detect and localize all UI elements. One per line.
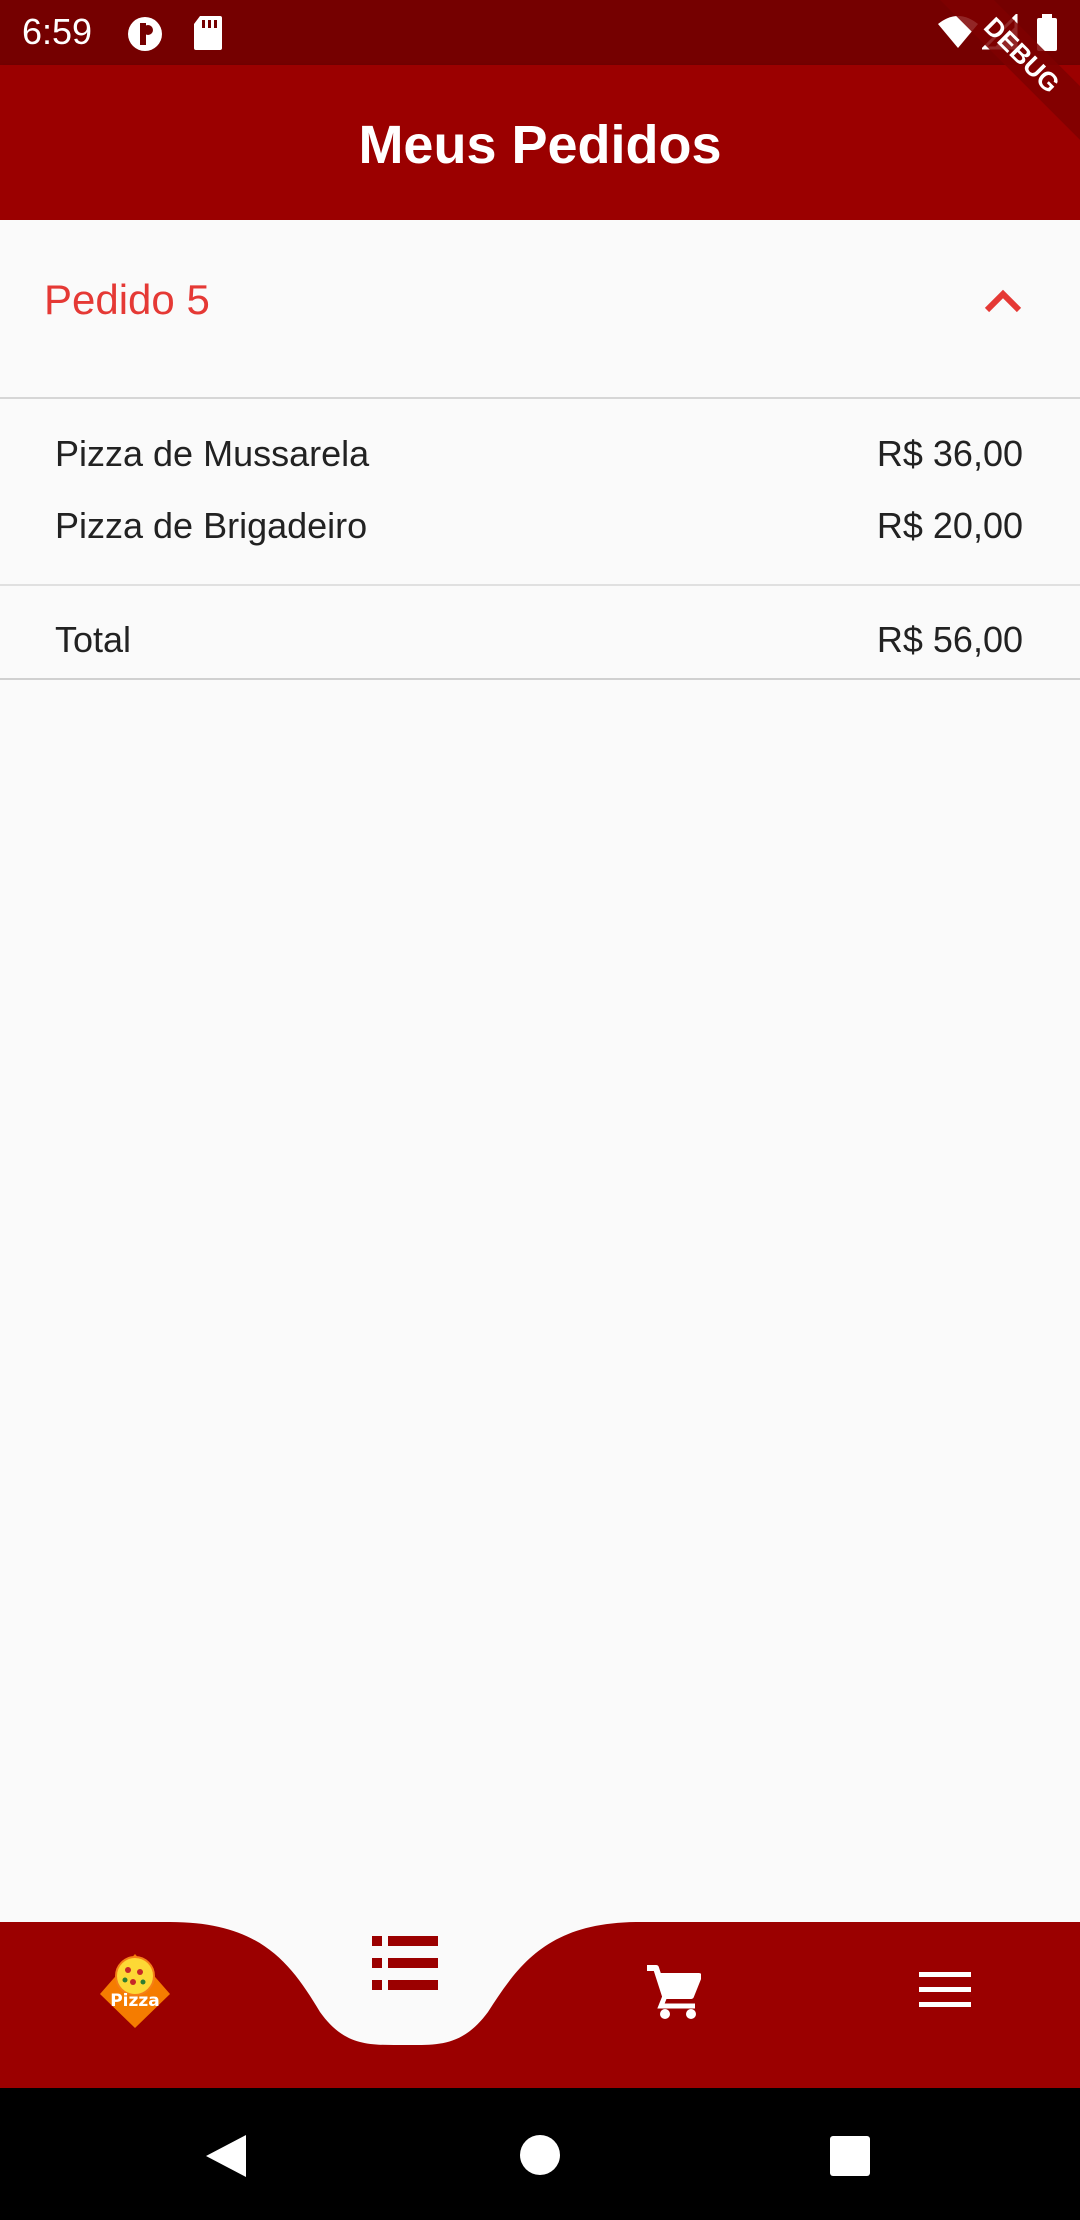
pizza-logo-icon	[100, 1954, 170, 2028]
page-title: Meus Pedidos	[358, 115, 722, 175]
order-item-row: Pizza de Brigadeiro R$ 20,00	[55, 502, 1023, 550]
debug-banner-label: DEBUG	[920, 0, 1080, 160]
order-item-name: Pizza de Brigadeiro	[55, 505, 368, 546]
vpn-key-icon	[125, 14, 165, 59]
divider	[0, 584, 1080, 586]
chevron-up-icon[interactable]	[983, 280, 1023, 325]
order-title: Pedido 5	[44, 276, 210, 323]
order-item-price: R$ 20,00	[876, 505, 1023, 546]
nav-item-cart[interactable]	[645, 1964, 702, 2020]
logo-text: Pizza	[110, 1991, 160, 2011]
back-icon[interactable]	[204, 2133, 248, 2184]
order-total-label: Total	[55, 619, 132, 660]
bottom-navigation-bar: Pizza	[0, 1922, 1080, 2088]
list-icon	[372, 1936, 438, 1990]
nav-item-menu[interactable]	[919, 1972, 971, 2008]
order-item-row: Pizza de Mussarela R$ 36,00	[55, 430, 1023, 478]
divider	[0, 678, 1080, 680]
menu-icon	[919, 1972, 971, 2007]
nav-item-orders[interactable]	[372, 1936, 438, 1990]
order-item-name: Pizza de Mussarela	[55, 433, 370, 474]
system-navigation-bar	[0, 2088, 1080, 2220]
home-icon[interactable]	[519, 2134, 561, 2181]
sd-card-icon	[192, 14, 224, 57]
order-total-value: R$ 56,00	[876, 619, 1023, 660]
status-bar: 6:59	[0, 0, 1080, 65]
recents-icon[interactable]	[829, 2135, 871, 2182]
cart-icon	[647, 1965, 702, 2019]
app-bar: Meus Pedidos	[0, 65, 1080, 220]
order-total-row: Total R$ 56,00	[55, 616, 1023, 664]
status-time: 6:59	[22, 11, 93, 52]
order-item-price: R$ 36,00	[876, 433, 1023, 474]
debug-banner: DEBUG	[920, 0, 1080, 160]
order-expansion-header[interactable]: Pedido 5	[0, 220, 1080, 399]
nav-item-home[interactable]: Pizza	[96, 1948, 174, 2030]
